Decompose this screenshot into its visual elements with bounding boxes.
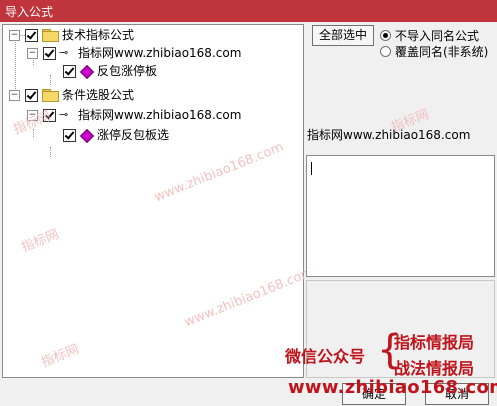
tree-checkbox[interactable] bbox=[25, 29, 38, 42]
tree-node-tech[interactable]: − 技术指标公式 bbox=[3, 26, 301, 44]
formula-icon bbox=[79, 64, 95, 80]
tree-checkbox[interactable] bbox=[43, 47, 56, 60]
title-bar: 导入公式 bbox=[0, 0, 497, 22]
formula-source-path: 指标网www.zhibiao168.com bbox=[307, 128, 471, 142]
text-caret bbox=[311, 162, 312, 175]
tree-checkbox[interactable] bbox=[63, 129, 76, 142]
promo-account-1: 指标情报局 bbox=[394, 333, 475, 352]
key-icon: ⊸ bbox=[59, 108, 69, 121]
collapse-icon[interactable]: − bbox=[9, 90, 20, 101]
tree-checkbox[interactable] bbox=[25, 89, 38, 102]
tree-node-formula[interactable]: 反包涨停板 bbox=[3, 62, 301, 80]
collapse-icon[interactable]: − bbox=[27, 48, 38, 59]
tree-node-label: 指标网www.zhibiao168.com bbox=[78, 46, 242, 60]
formula-description-box[interactable] bbox=[306, 155, 495, 277]
key-icon: ⊸ bbox=[59, 46, 69, 59]
tree-node-label: 技术指标公式 bbox=[62, 28, 135, 42]
promo-url: www.zhibiao168.com bbox=[288, 377, 497, 398]
folder-icon bbox=[42, 89, 59, 102]
radio-skip-duplicates[interactable] bbox=[380, 30, 391, 41]
formula-icon bbox=[79, 128, 95, 144]
formula-tree[interactable]: − 技术指标公式 − ⊸ 指标网www.zhibiao168.com 反包涨停板… bbox=[2, 24, 304, 378]
tree-node-label: 反包涨停板 bbox=[97, 64, 158, 78]
window-title: 导入公式 bbox=[5, 5, 54, 19]
tree-node-formula[interactable]: 涨停反包板选 bbox=[3, 126, 301, 144]
tree-node-label: 涨停反包板选 bbox=[97, 128, 170, 142]
tree-checkbox[interactable] bbox=[63, 65, 76, 78]
tree-node-label: 指标网www.zhibiao168.com bbox=[78, 108, 242, 122]
promo-account-2: 战法情报局 bbox=[394, 359, 475, 378]
radio-overwrite-label: 覆盖同名(非系统) bbox=[395, 45, 489, 59]
folder-icon bbox=[42, 29, 59, 42]
promo-wechat: 微信公众号 bbox=[285, 347, 366, 366]
tree-node-select[interactable]: − 条件选股公式 bbox=[3, 86, 301, 104]
select-all-button[interactable]: 全部选中 bbox=[312, 25, 374, 46]
radio-overwrite[interactable] bbox=[380, 46, 391, 57]
tree-node-label: 条件选股公式 bbox=[62, 88, 135, 102]
tree-connector bbox=[50, 147, 51, 157]
collapse-icon[interactable]: − bbox=[9, 30, 20, 41]
radio-skip-label: 不导入同名公式 bbox=[395, 29, 480, 43]
tree-node-author[interactable]: − ⊸ 指标网www.zhibiao168.com bbox=[3, 44, 301, 62]
